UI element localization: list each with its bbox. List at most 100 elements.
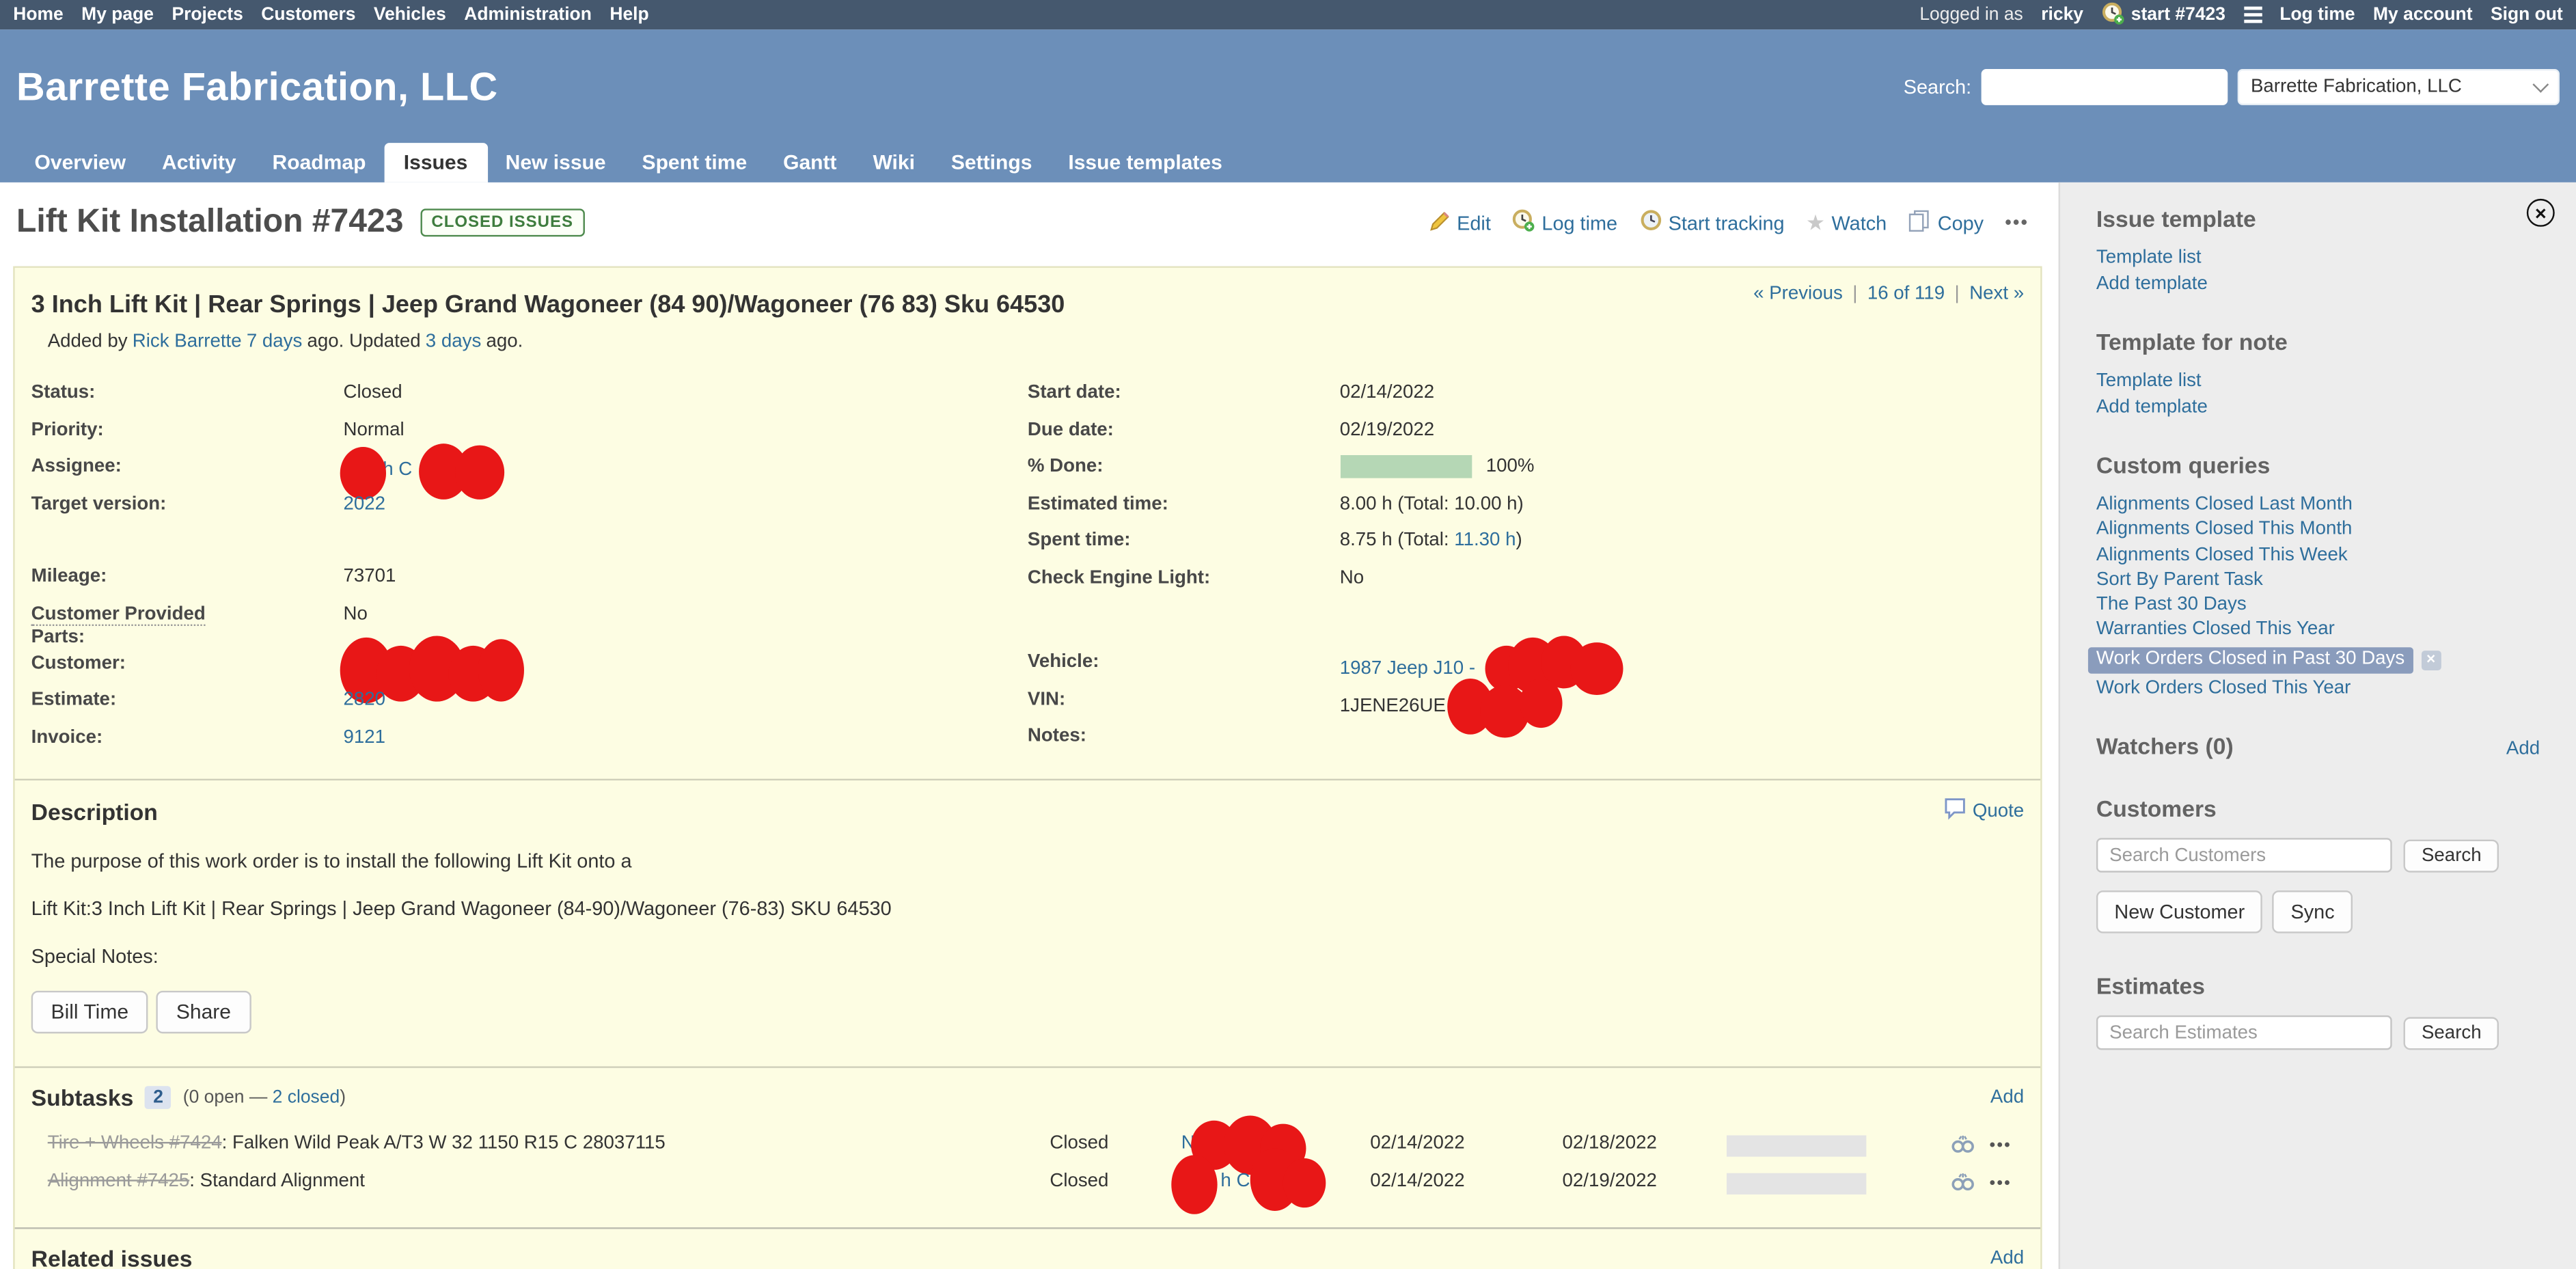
remove-query-icon[interactable]: × xyxy=(2421,651,2441,670)
unlink-subtask-icon[interactable] xyxy=(1950,1132,1975,1160)
log-time-label: Log time xyxy=(1542,211,1617,234)
search-estimates-input[interactable] xyxy=(2096,1016,2392,1050)
topmenu-home[interactable]: Home xyxy=(13,5,63,25)
unlink-subtask-icon[interactable] xyxy=(1950,1169,1975,1197)
due-date-value: 02/19/2022 xyxy=(1340,418,1434,441)
add-subtask-link[interactable]: Add xyxy=(1990,1088,2024,1108)
tab-new-issue[interactable]: New issue xyxy=(487,143,624,182)
customer-value xyxy=(344,651,527,687)
sync-button[interactable]: Sync xyxy=(2273,891,2353,934)
attr-customer-provided-parts: Customer ProvidedParts: No xyxy=(31,602,1028,651)
quote-button[interactable]: Quote xyxy=(1943,797,2025,825)
target-version-link[interactable]: 2022 xyxy=(344,494,386,514)
bill-time-button[interactable]: Bill Time xyxy=(31,991,148,1034)
tab-wiki[interactable]: Wiki xyxy=(855,143,933,182)
attr-status: Status: Closed xyxy=(31,381,1028,418)
related-issues-heading: Related issues xyxy=(31,1245,193,1269)
due-date-label: Due date: xyxy=(1028,418,1340,441)
share-button[interactable]: Share xyxy=(156,991,251,1034)
subtask-link[interactable]: Tire + Wheels #7424 xyxy=(48,1134,222,1154)
subtask-row: Tire + Wheels #7424: Falken Wild Peak A/… xyxy=(31,1130,2024,1167)
author-link[interactable]: Rick Barrette xyxy=(133,332,242,352)
customer-provided-parts-label: Customer ProvidedParts: xyxy=(31,602,344,648)
timer-menu-icon[interactable] xyxy=(2243,3,2261,27)
template-list-link[interactable]: Template list xyxy=(2096,248,2540,270)
clock-plus-icon xyxy=(1512,208,1535,236)
more-actions-button[interactable]: ••• xyxy=(2005,213,2029,232)
subtask-link[interactable]: Alignment #7425 xyxy=(48,1171,190,1190)
tab-issue-templates[interactable]: Issue templates xyxy=(1050,143,1240,182)
tab-activity[interactable]: Activity xyxy=(144,143,254,182)
previous-issue-link[interactable]: « Previous xyxy=(1753,284,1843,304)
subtask-more-actions[interactable]: ••• xyxy=(1990,1174,2012,1192)
query-link[interactable]: The Past 30 Days xyxy=(2096,595,2540,617)
top-menu-bar: Home My page Projects Customers Vehicles… xyxy=(0,0,2576,29)
close-sidebar-icon[interactable]: × xyxy=(2527,199,2555,227)
search-customers-input[interactable] xyxy=(2096,838,2392,873)
next-issue-link[interactable]: Next » xyxy=(1969,284,2024,304)
topmenu-vehicles[interactable]: Vehicles xyxy=(374,5,446,25)
query-link[interactable]: Sort By Parent Task xyxy=(2096,570,2540,592)
topmenu-sign-out[interactable]: Sign out xyxy=(2491,5,2563,25)
total-spent-time-link[interactable]: 11.30 h xyxy=(1454,531,1516,551)
edit-button[interactable]: Edit xyxy=(1429,210,1491,236)
query-link[interactable]: Warranties Closed This Year xyxy=(2096,620,2540,642)
add-watcher-link[interactable]: Add xyxy=(2506,740,2540,760)
add-template-link[interactable]: Add template xyxy=(2096,273,2540,295)
byline-suffix: ago. xyxy=(486,332,523,352)
tab-spent-time[interactable]: Spent time xyxy=(624,143,765,182)
issue-attributes: Status: Closed Priority: Normal Assignee… xyxy=(31,381,2024,763)
query-link[interactable]: Alignments Closed This Month xyxy=(2096,519,2540,541)
attr-check-engine-light: Check Engine Light: No xyxy=(1028,566,2024,603)
topmenu-my-account[interactable]: My account xyxy=(2373,5,2473,25)
subtask-due-date: 02/18/2022 xyxy=(1563,1134,1657,1154)
subtask-more-actions[interactable]: ••• xyxy=(1990,1137,2012,1155)
topmenu-projects[interactable]: Projects xyxy=(172,5,243,25)
tab-issues[interactable]: Issues xyxy=(384,143,487,182)
new-customer-button[interactable]: New Customer xyxy=(2096,891,2263,934)
tab-settings[interactable]: Settings xyxy=(933,143,1050,182)
search-estimates-button[interactable]: Search xyxy=(2404,1017,2500,1050)
added-ago-link[interactable]: 7 days xyxy=(247,332,302,352)
redaction-blobs xyxy=(1448,687,1573,724)
topmenu-administration[interactable]: Administration xyxy=(464,5,592,25)
estimate-label: Estimate: xyxy=(31,688,344,711)
tab-gantt[interactable]: Gantt xyxy=(765,143,855,182)
status-badge: CLOSED ISSUES xyxy=(420,208,585,236)
vehicle-link[interactable]: 1987 Jeep J10 - xyxy=(1340,659,1475,679)
note-add-template-link[interactable]: Add template xyxy=(2096,397,2540,419)
updated-ago-link[interactable]: 3 days xyxy=(426,332,481,352)
watch-button[interactable]: ★ Watch xyxy=(1806,210,1887,236)
topmenu-customers[interactable]: Customers xyxy=(261,5,355,25)
copy-button[interactable]: Copy xyxy=(1908,208,1984,236)
subtasks-header: Subtasks 2 (0 open — 2 closed) Add xyxy=(31,1084,2024,1110)
search-input[interactable] xyxy=(1982,69,2228,105)
topmenu-my-page[interactable]: My page xyxy=(81,5,154,25)
add-related-issue-link[interactable]: Add xyxy=(1990,1248,2024,1268)
topmenu-help[interactable]: Help xyxy=(609,5,648,25)
topmenu-log-time[interactable]: Log time xyxy=(2279,5,2355,25)
query-link-selected[interactable]: Work Orders Closed in Past 30 Days xyxy=(2088,647,2413,674)
tab-roadmap[interactable]: Roadmap xyxy=(254,143,384,182)
customers-heading: Customers xyxy=(2096,796,2540,822)
log-time-button[interactable]: Log time xyxy=(1512,208,1617,236)
query-link[interactable]: Alignments Closed This Week xyxy=(2096,545,2540,567)
invoice-link[interactable]: 9121 xyxy=(344,727,386,747)
subtask-due-date: 02/19/2022 xyxy=(1563,1171,1657,1190)
start-timer-link[interactable]: start #7423 xyxy=(2101,1,2225,29)
edit-label: Edit xyxy=(1457,211,1491,234)
search-label: Search: xyxy=(1904,76,1971,99)
estimate-link[interactable]: 2820 xyxy=(344,690,386,710)
project-selector[interactable]: Barrette Fabrication, LLC xyxy=(2238,69,2560,105)
start-tracking-button[interactable]: Start tracking xyxy=(1639,208,1784,236)
query-link[interactable]: Work Orders Closed This Year xyxy=(2096,679,2540,700)
note-template-list-link[interactable]: Template list xyxy=(2096,371,2540,393)
customers-search-row: Search xyxy=(2096,838,2540,873)
query-link[interactable]: Alignments Closed Last Month xyxy=(2096,495,2540,517)
closed-subtasks-link[interactable]: 2 closed xyxy=(273,1088,340,1108)
progress-bar xyxy=(1340,455,1471,478)
tab-overview[interactable]: Overview xyxy=(16,143,144,182)
watchers-heading: Watchers (0) xyxy=(2096,733,2234,759)
logged-in-user-link[interactable]: ricky xyxy=(2041,5,2083,25)
search-customers-button[interactable]: Search xyxy=(2404,839,2500,872)
